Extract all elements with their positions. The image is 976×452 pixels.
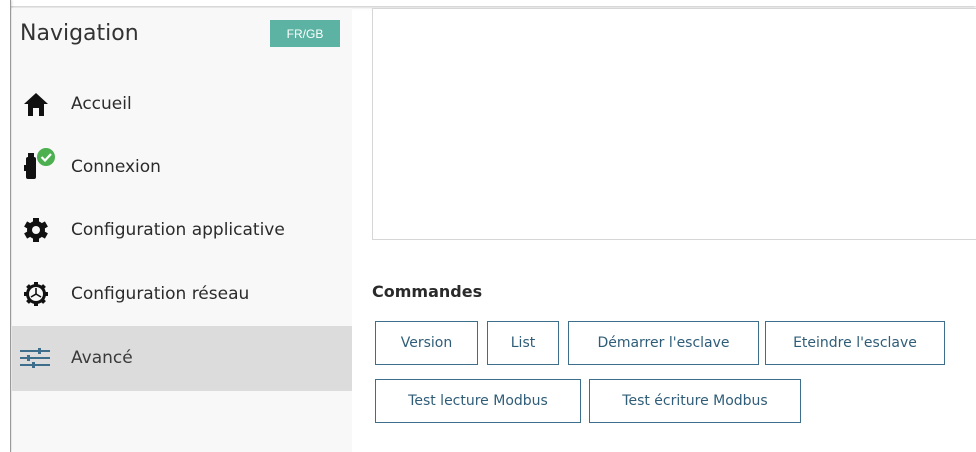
window-left-edge	[0, 0, 11, 452]
window-top-edge	[0, 0, 976, 6]
nav-item-label: Accueil	[71, 94, 132, 114]
nav-item-label: Connexion	[71, 157, 161, 177]
modbus-write-test-button[interactable]: Test écriture Modbus	[589, 379, 801, 423]
nav-item-label: Avancé	[71, 348, 133, 368]
nav-item-configuration-reseau[interactable]: Configuration réseau	[12, 262, 352, 326]
commands-title: Commandes	[372, 282, 483, 301]
navigation-title: Navigation	[20, 21, 139, 46]
nav-item-connexion[interactable]: Connexion	[12, 135, 352, 199]
sliders-icon	[18, 344, 52, 372]
start-slave-button[interactable]: Démarrer l'esclave	[568, 321, 759, 365]
usb-connected-icon	[22, 145, 55, 179]
navigation-header: Navigation FR/GB	[12, 8, 352, 64]
gear-icon	[22, 216, 50, 244]
nav-item-label: Configuration réseau	[71, 284, 250, 304]
navigation-sidebar: Navigation FR/GB Accueil Connexion Confi…	[12, 8, 352, 452]
stop-slave-button[interactable]: Eteindre l'esclave	[765, 321, 945, 365]
home-icon	[22, 90, 50, 118]
nav-item-avance[interactable]: Avancé	[12, 326, 352, 391]
nav-item-accueil[interactable]: Accueil	[12, 72, 352, 136]
network-gear-icon	[22, 280, 50, 308]
list-button[interactable]: List	[487, 321, 559, 365]
version-button[interactable]: Version	[375, 321, 478, 365]
output-panel	[372, 8, 976, 240]
modbus-read-test-button[interactable]: Test lecture Modbus	[375, 379, 581, 423]
nav-item-configuration-applicative[interactable]: Configuration applicative	[12, 198, 352, 262]
nav-item-label: Configuration applicative	[71, 220, 285, 240]
language-toggle-button[interactable]: FR/GB	[270, 20, 340, 47]
